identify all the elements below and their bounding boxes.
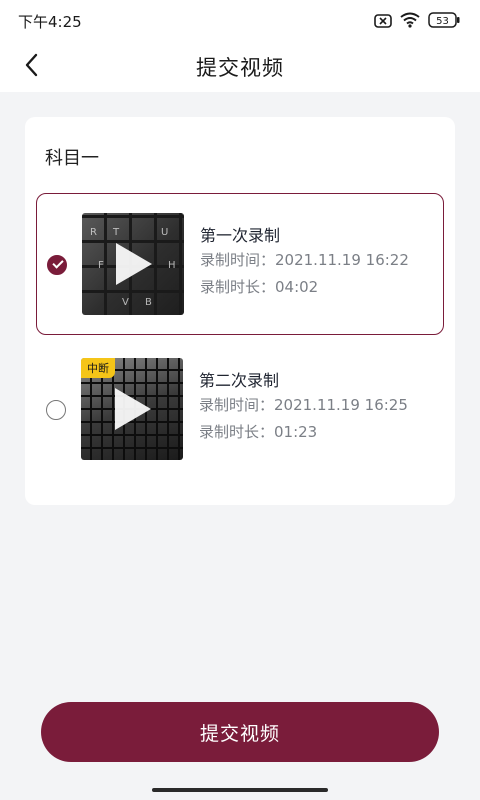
recording-time: 录制时间：2021.11.19 16:22 bbox=[200, 251, 409, 269]
recording-duration: 录制时长：04:02 bbox=[200, 278, 319, 296]
play-icon bbox=[115, 388, 151, 430]
keyboard-key-u: U bbox=[161, 227, 169, 238]
sim-error-icon bbox=[374, 13, 392, 32]
keyboard-key-f: F bbox=[98, 260, 104, 271]
nav-bar: 提交视频 bbox=[0, 42, 480, 92]
recording-time: 录制时间：2021.11.19 16:25 bbox=[199, 396, 408, 414]
keyboard-key-h: H bbox=[168, 260, 176, 271]
status-icons: 53 bbox=[374, 12, 460, 32]
wifi-icon bbox=[400, 12, 420, 32]
recording-card: 科目一 R T U F H V B 第一次录制 录制时间：2021.11.19 … bbox=[25, 117, 455, 505]
keyboard-key-t: T bbox=[113, 227, 120, 238]
status-time: 下午4:25 bbox=[18, 13, 82, 31]
recording-name: 第二次录制 bbox=[199, 371, 280, 390]
recording-duration: 录制时长：01:23 bbox=[199, 423, 318, 441]
recording-item[interactable]: 中断 第二次录制 录制时间：2021.11.19 16:25 录制时长：01:2… bbox=[36, 339, 444, 481]
keyboard-key-r: R bbox=[90, 227, 97, 238]
play-icon bbox=[116, 243, 152, 285]
recording-item[interactable]: R T U F H V B 第一次录制 录制时间：2021.11.19 16:2… bbox=[36, 193, 444, 335]
subject-title: 科目一 bbox=[45, 148, 99, 169]
submit-video-button[interactable]: 提交视频 bbox=[41, 702, 439, 762]
keyboard-key-v: V bbox=[122, 297, 129, 308]
video-thumbnail[interactable]: 中断 bbox=[81, 358, 183, 460]
home-indicator[interactable] bbox=[152, 788, 328, 792]
recording-name: 第一次录制 bbox=[200, 226, 281, 245]
video-thumbnail[interactable]: R T U F H V B bbox=[82, 213, 184, 315]
keyboard-key-b: B bbox=[145, 297, 152, 308]
battery-level: 53 bbox=[436, 16, 449, 27]
interrupted-badge: 中断 bbox=[81, 358, 115, 378]
status-bar: 下午4:25 53 bbox=[0, 0, 480, 42]
radio-unchecked-icon[interactable] bbox=[46, 400, 66, 420]
battery-icon: 53 bbox=[428, 12, 460, 32]
radio-checked-icon[interactable] bbox=[47, 255, 67, 275]
page-title: 提交视频 bbox=[196, 56, 284, 80]
